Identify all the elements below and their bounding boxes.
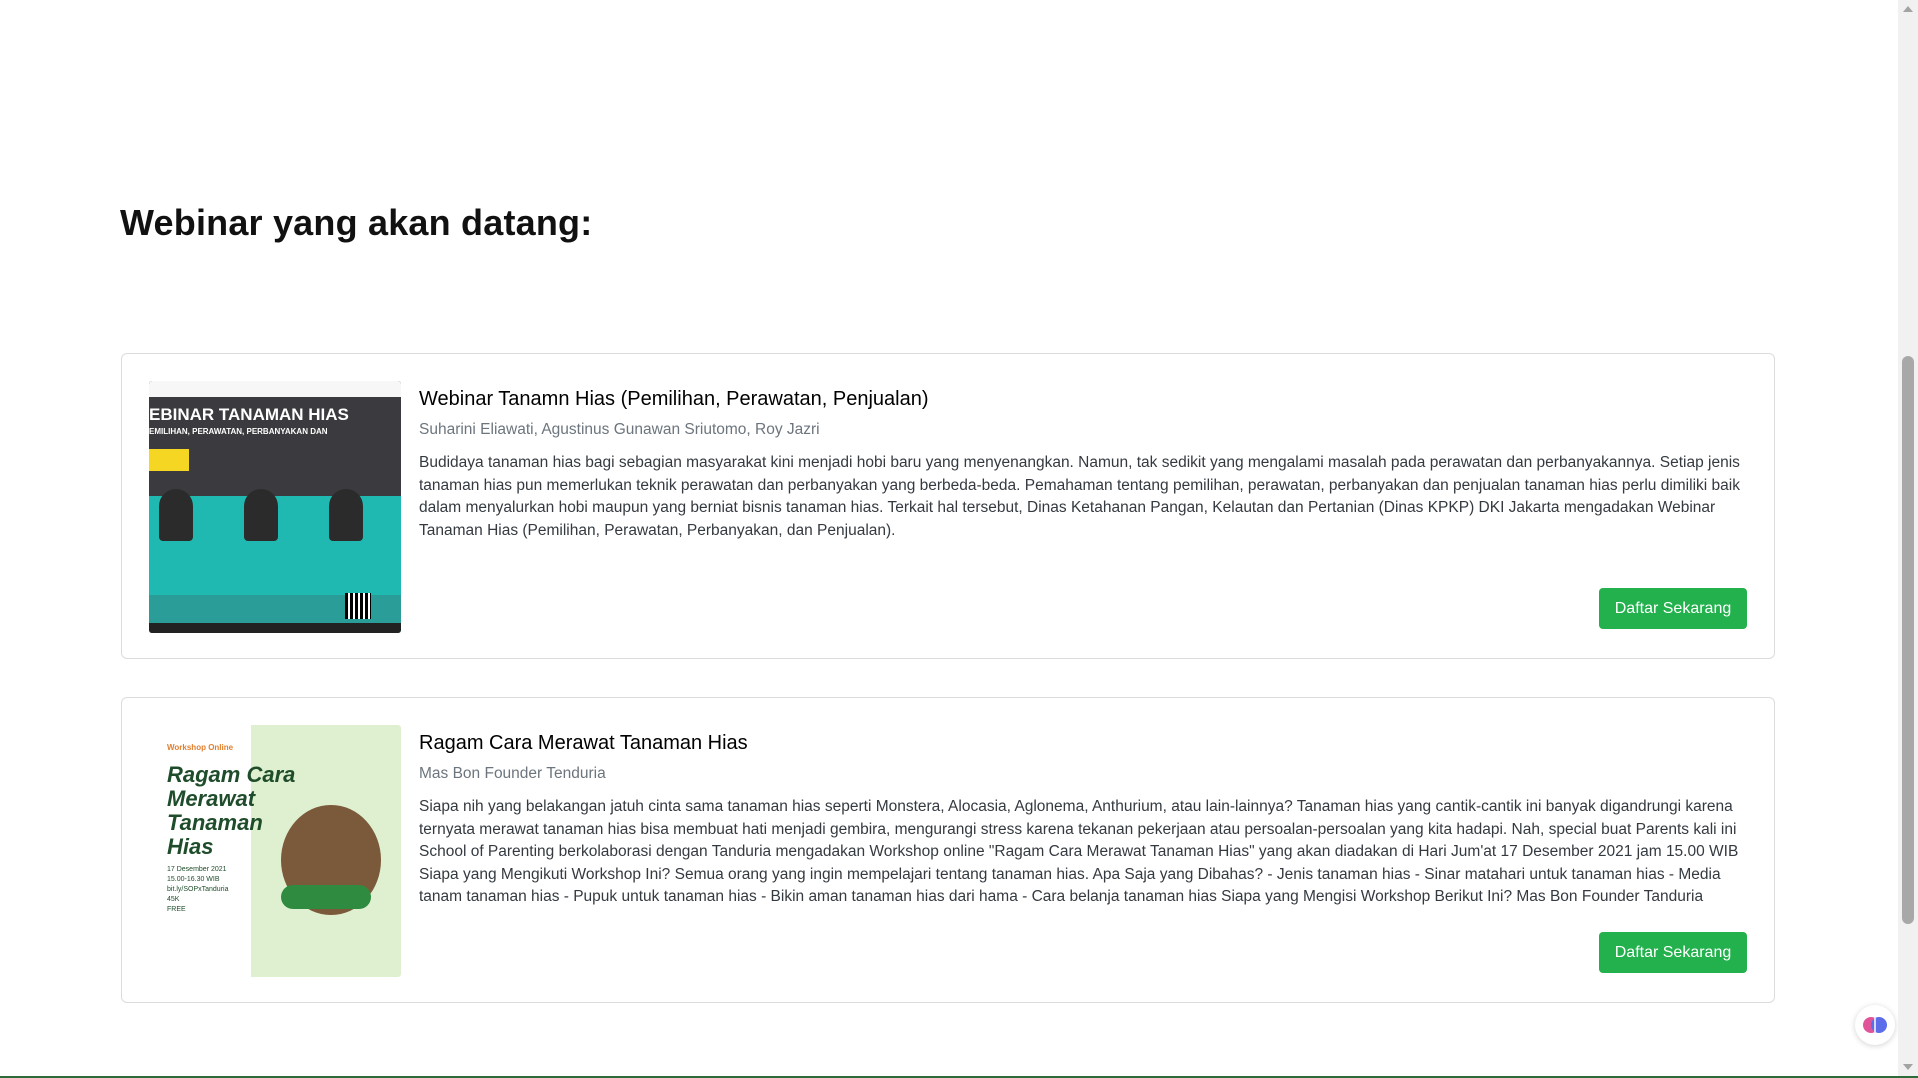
webinar-title: Webinar Tanamn Hias (Pemilihan, Perawata… — [419, 388, 929, 410]
page: Webinar yang akan datang: EBINAR TANAMAN… — [0, 0, 1898, 1076]
thumbnail-social-bar — [149, 623, 401, 633]
scroll-down-arrow-icon[interactable] — [1903, 1064, 1913, 1070]
thumbnail-subline: EMILIHAN, PERAWATAN, PERBANYAKAN DAN — [149, 427, 328, 436]
thumbnail-free: FREE — [167, 906, 186, 913]
speaker-photo — [329, 489, 363, 541]
thumbnail-headline: EBINAR TANAMAN HIAS — [149, 405, 349, 424]
section-title: Webinar yang akan datang: — [120, 202, 593, 243]
speaker-photo — [244, 489, 278, 541]
qr-code-icon — [345, 593, 371, 619]
brain-icon — [1863, 1017, 1887, 1033]
thumbnail-price: 45K — [167, 896, 180, 903]
webinar-speakers: Mas Bon Founder Tenduria — [419, 765, 606, 782]
webinar-card-body: Ragam Cara Merawat Tanaman Hias Mas Bon … — [419, 732, 1747, 975]
thumbnail-date-badge — [149, 449, 189, 471]
webinar-title: Ragam Cara Merawat Tanaman Hias — [419, 732, 748, 754]
scrollbar-thumb[interactable] — [1902, 356, 1914, 924]
webinar-description: Budidaya tanaman hias bagi sebagian masy… — [419, 454, 1740, 539]
webinar-card-body: Webinar Tanamn Hias (Pemilihan, Perawata… — [419, 388, 1747, 631]
webinar-description: Siapa nih yang belakangan jatuh cinta sa… — [419, 798, 1739, 905]
vertical-scrollbar[interactable] — [1898, 0, 1918, 1076]
webinar-card: Workshop Online Ragam Cara Merawat Tanam… — [121, 697, 1775, 1003]
speaker-badge — [281, 885, 371, 909]
scroll-up-arrow-icon[interactable] — [1903, 6, 1913, 12]
register-button[interactable]: Daftar Sekarang — [1599, 932, 1747, 973]
thumbnail-time: 15.00-16.30 WIB — [167, 876, 220, 883]
thumbnail-link: bit.ly/SOPxTanduria — [167, 886, 229, 893]
thumbnail-info: 17 Desember 2021 15.00-16.30 WIB bit.ly/… — [167, 865, 228, 915]
thumbnail-headline: Ragam Cara Merawat Tanaman Hias — [167, 762, 296, 859]
speaker-photo — [159, 489, 193, 541]
register-button[interactable]: Daftar Sekarang — [1599, 588, 1747, 629]
floating-assistant-button[interactable] — [1855, 1005, 1895, 1045]
thumbnail-logo-strip — [149, 381, 401, 397]
webinar-thumbnail[interactable]: EBINAR TANAMAN HIAS EMILIHAN, PERAWATAN,… — [149, 381, 401, 633]
thumbnail-date: 17 Desember 2021 — [167, 866, 227, 873]
webinar-speakers: Suharini Eliawati, Agustinus Gunawan Sri… — [419, 421, 820, 438]
webinar-thumbnail[interactable]: Workshop Online Ragam Cara Merawat Tanam… — [149, 725, 401, 977]
thumbnail-header-band — [149, 381, 401, 496]
thumbnail-tag: Workshop Online — [167, 743, 234, 752]
webinar-card: EBINAR TANAMAN HIAS EMILIHAN, PERAWATAN,… — [121, 353, 1775, 659]
